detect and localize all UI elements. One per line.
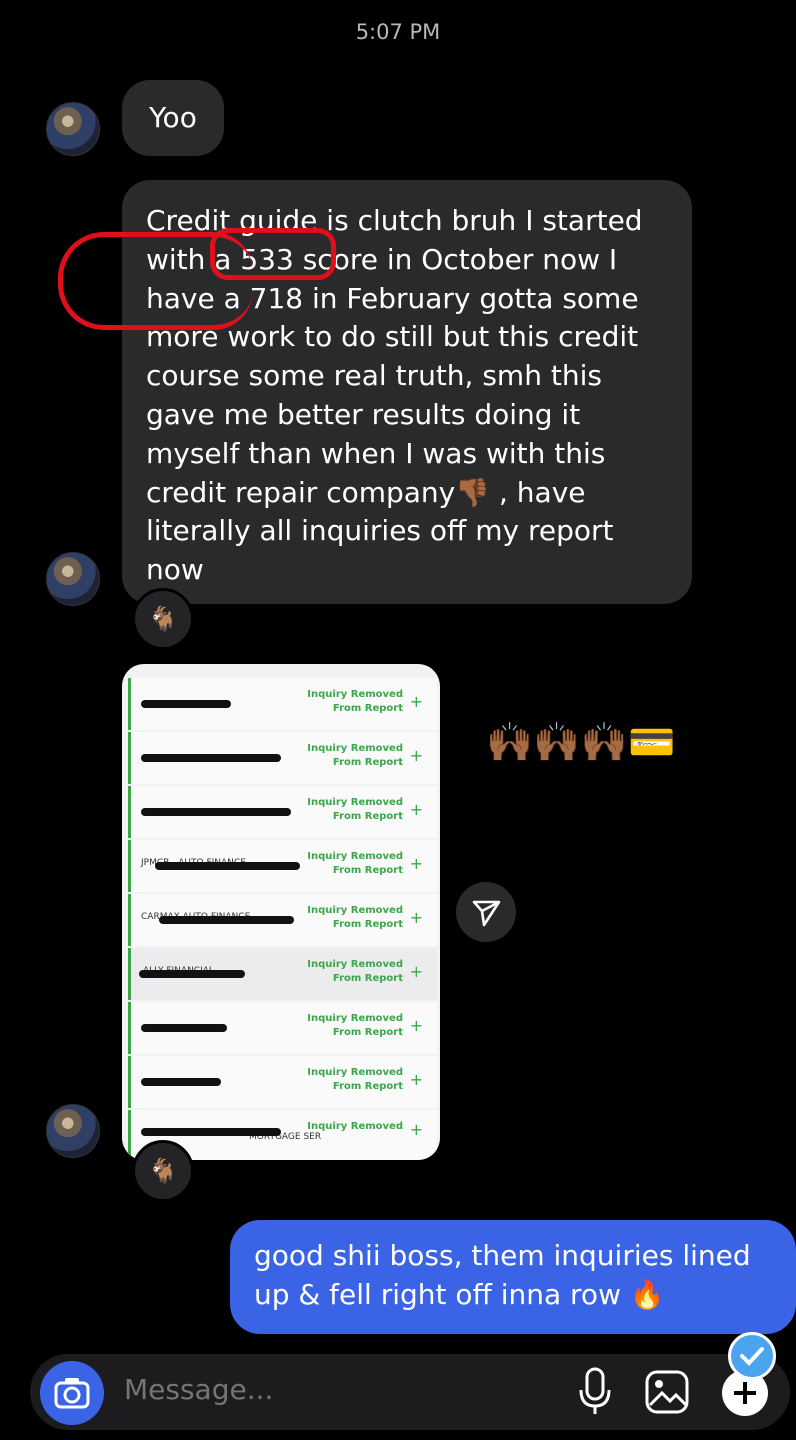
microphone-button[interactable] [578,1366,612,1420]
inquiry-status: Inquiry Removed [307,1121,403,1132]
inquiry-status: Inquiry Removed From Report [307,959,403,984]
send-icon [472,900,501,927]
redacted-name [141,1128,281,1136]
expand-plus-icon: + [409,692,423,711]
expand-plus-icon: + [409,854,423,873]
reaction-goat[interactable]: 🐐 [132,1140,194,1202]
expand-plus-icon: + [409,746,423,765]
inquiry-row: Inquiry Removed From Report + [128,1002,437,1054]
inquiry-status: Inquiry Removed From Report [307,1013,403,1038]
inquiry-status: Inquiry Removed From Report [307,851,403,876]
camera-icon [54,1378,90,1409]
inquiry-row: CARMAX AUTO FINANCE Inquiry RemovedFrom … [128,894,437,946]
camera-button[interactable] [40,1361,104,1425]
redacted-name [155,862,300,870]
inquiry-row: JPMCB - AUTO FINANCE Inquiry RemovedFrom… [128,840,437,892]
emoji-sticker[interactable]: 🙌🏾🙌🏾🙌🏾💳 [486,720,736,800]
status-time: 5:07 PM [355,20,441,44]
checkmark-badge [728,1332,776,1380]
redacted-name [141,1078,221,1086]
inquiry-status: Inquiry Removed From Report [307,743,403,768]
microphone-icon [579,1367,611,1414]
gallery-button[interactable] [644,1369,690,1419]
redacted-name [139,970,245,978]
redacted-name [159,916,294,924]
redacted-name [141,1024,227,1032]
contact-avatar[interactable] [46,1104,100,1158]
redacted-name [141,754,281,762]
reaction-goat[interactable]: 🐐 [132,588,194,650]
inquiry-status: Inquiry Removed From Report [307,797,403,822]
annotation-stroke [58,232,253,330]
message-input[interactable] [122,1372,506,1407]
contact-avatar[interactable] [46,552,100,606]
message-bubble-outgoing[interactable]: good shii boss, them inquiries lined up … [230,1220,796,1334]
inquiry-status: Inquiry Removed From Report [307,905,403,930]
redacted-name [141,700,231,708]
contact-avatar[interactable] [46,102,100,156]
expand-plus-icon: + [409,908,423,927]
inquiry-row: Inquiry Removed From Report + [128,732,437,784]
redacted-name [141,808,291,816]
expand-plus-icon: + [409,1016,423,1035]
message-text: good shii boss, them inquiries lined up … [254,1239,751,1311]
inquiry-row: ALLY FINANCIAL Inquiry RemovedFrom Repor… [128,948,437,1000]
inquiry-row: Inquiry Removed From Report + [128,786,437,838]
shared-screenshot-card[interactable]: Inquiry Removed From Report + Inquiry Rem… [122,664,440,1160]
share-button[interactable] [456,882,516,942]
inquiry-row: Inquiry Removed From Report + [128,678,437,730]
inquiry-row: Inquiry Removed From Report + [128,1056,437,1108]
expand-plus-icon: + [409,962,423,981]
message-bubble-yoo[interactable]: Yoo [122,80,224,156]
gallery-icon [645,1370,689,1414]
inquiry-status: Inquiry Removed From Report [307,1067,403,1092]
expand-plus-icon: + [409,800,423,819]
inquiry-status: Inquiry Removed From Report [307,689,403,714]
expand-plus-icon: + [409,1070,423,1089]
expand-plus-icon: + [409,1120,423,1139]
checkmark-icon [740,1347,764,1366]
